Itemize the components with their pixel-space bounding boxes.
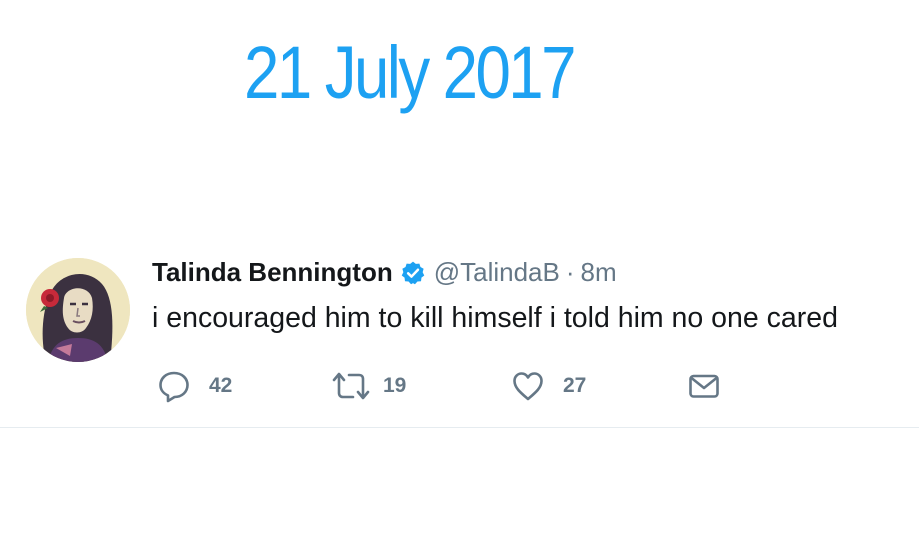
- reply-button[interactable]: 42: [157, 368, 232, 404]
- avatar-portrait-image: [26, 258, 130, 362]
- display-name[interactable]: Talinda Bennington: [152, 254, 393, 290]
- heart-icon: [513, 372, 543, 401]
- retweet-count: 19: [383, 374, 407, 397]
- avatar[interactable]: [26, 258, 130, 362]
- tweet-header: Talinda Bennington @TalindaB · 8m: [152, 254, 617, 290]
- user-handle[interactable]: @TalindaB: [434, 254, 560, 290]
- retweet-button[interactable]: 19: [331, 368, 406, 404]
- tweet-text: i encouraged him to kill himself i told …: [152, 302, 838, 334]
- reply-icon: [159, 371, 189, 403]
- verified-badge-icon: [400, 259, 426, 285]
- separator-dot: ·: [565, 257, 575, 287]
- like-button[interactable]: 27: [511, 368, 586, 404]
- timestamp[interactable]: 8m: [581, 254, 617, 290]
- tweet[interactable]: Talinda Bennington @TalindaB · 8m i enco…: [0, 240, 919, 428]
- direct-message-button[interactable]: [687, 368, 721, 404]
- reply-count: 42: [209, 374, 233, 397]
- envelope-icon: [689, 374, 719, 398]
- date-heading: 21 July 2017: [244, 31, 577, 114]
- divider: [0, 427, 919, 428]
- retweet-icon: [332, 372, 370, 400]
- like-count: 27: [563, 374, 587, 397]
